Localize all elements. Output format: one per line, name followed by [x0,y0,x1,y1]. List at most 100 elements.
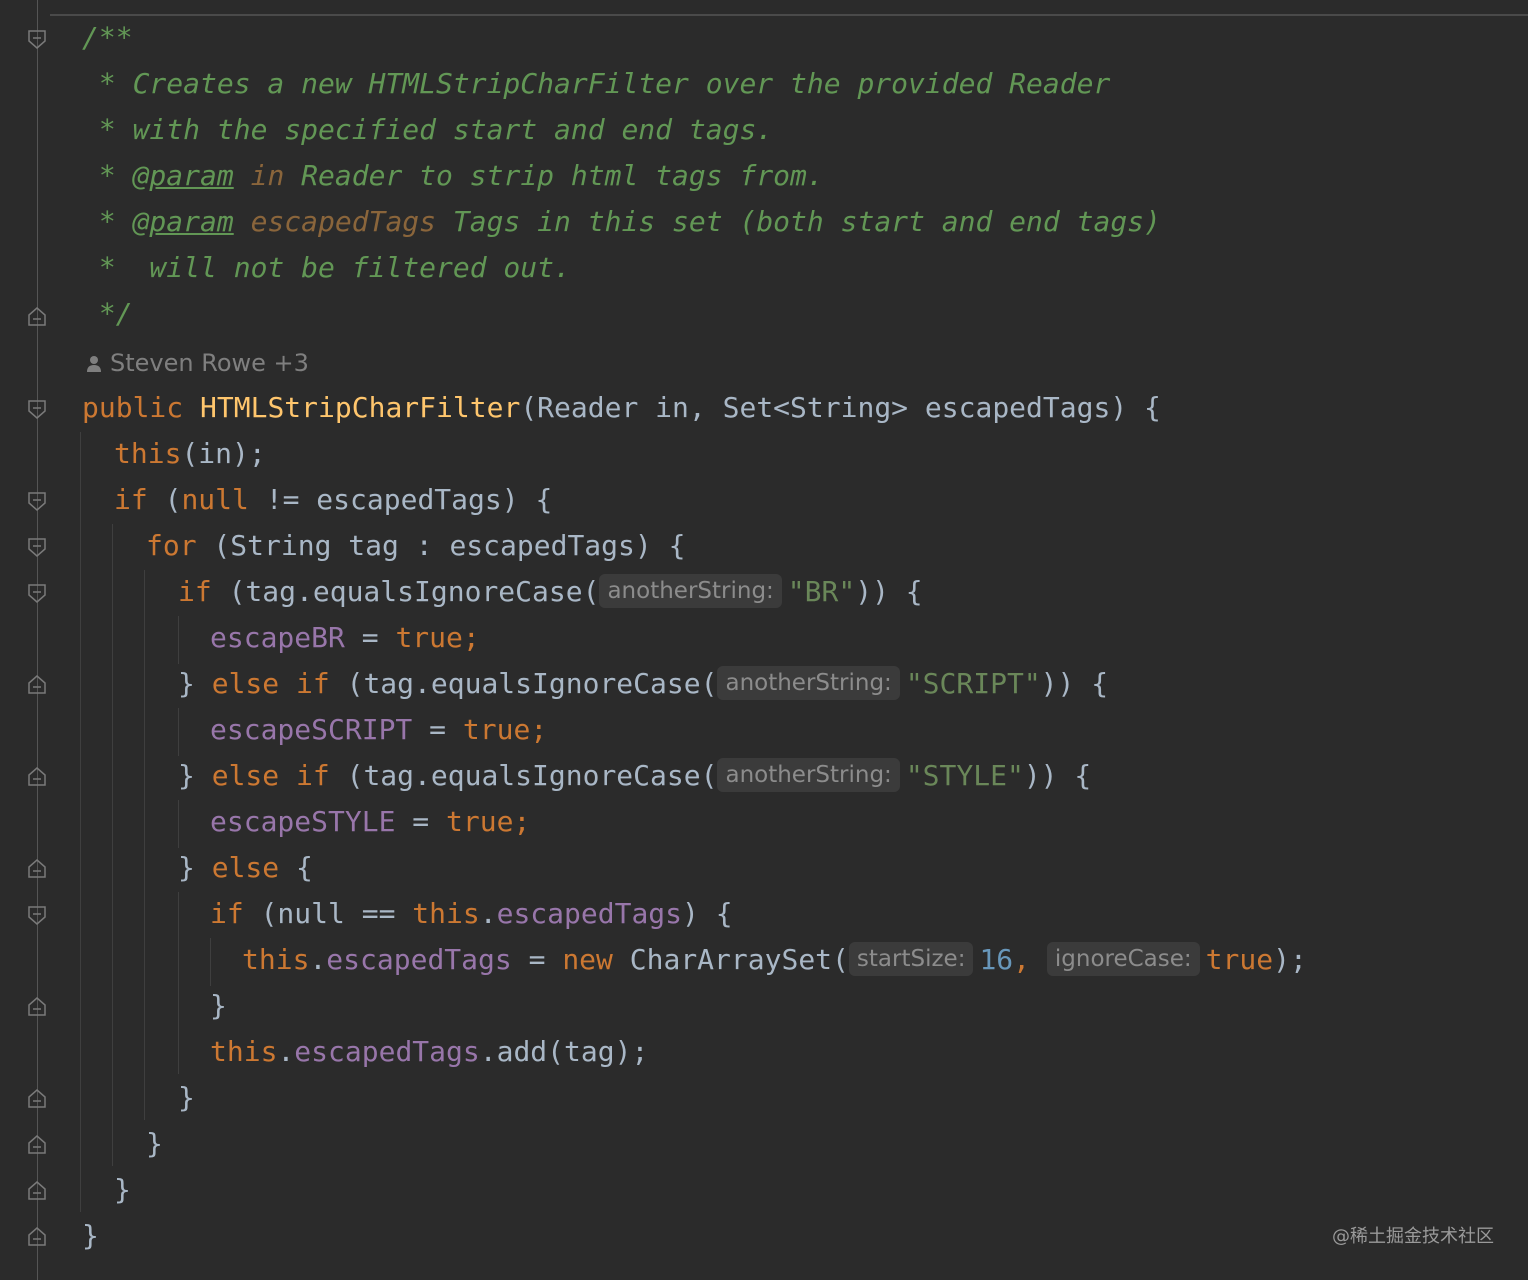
fold-open-icon[interactable] [28,400,46,420]
code-line: this(in); [114,431,266,477]
expr: (tag.equalsIgnoreCase( [211,575,600,608]
javadoc-line: * with the specified start and end tags. [82,113,774,146]
javadoc-param-tag[interactable]: @param [133,159,234,192]
brace: } [114,1173,131,1206]
dot: . [277,1035,295,1068]
javadoc-star: * [82,205,133,238]
keyword: this [114,437,182,470]
brace: } [178,667,195,700]
fold-close-icon[interactable] [28,306,46,326]
keyword: new [562,943,613,976]
fold-close-icon[interactable] [28,1088,46,1108]
keyword: this [242,943,310,976]
javadoc-line: * will not be filtered out. [82,251,571,284]
indent-guide [178,616,179,664]
expr: (null == [243,897,413,930]
parameter-hint: anotherString: [717,666,900,700]
code-line: } [146,1121,163,1167]
javadoc-param-tag[interactable]: @param [133,205,234,238]
keyword: this [412,897,480,930]
comma: , [1013,943,1047,976]
fold-close-icon[interactable] [28,1180,46,1200]
javadoc-param-desc: Reader to strip html tags from. [284,159,824,192]
fold-close-icon[interactable] [28,674,46,694]
indent-guide [144,570,145,1120]
expr: )) { [855,575,923,608]
code-line: } else { [178,845,313,891]
fold-close-icon[interactable] [28,1226,46,1246]
expr: != escapedTags) { [248,483,553,516]
string-literal: "BR" [787,575,856,608]
keyword: this [210,1035,278,1068]
field: escapedTags [496,897,683,930]
fold-close-icon[interactable] [28,996,46,1016]
fold-close-icon[interactable] [28,1134,46,1154]
class-call: CharArraySet( [612,943,849,976]
fold-open-icon[interactable] [28,30,46,50]
javadoc-param-name: escapedTags [233,205,437,238]
indent-guide [178,800,179,848]
brace: } [178,851,195,884]
code-author-annotation[interactable]: Steven Rowe +3 [86,344,309,382]
javadoc-close: */ [82,297,133,330]
dot: . [479,897,497,930]
op: = [511,943,563,976]
keyword: true [395,621,463,654]
fold-close-icon[interactable] [28,766,46,786]
brace: { [296,851,313,884]
expr: (tag.equalsIgnoreCase( [329,759,718,792]
keyword: null [181,483,249,516]
brace: } [210,989,227,1022]
code-line: for (String tag : escapedTags) { [146,523,685,569]
fold-open-icon[interactable] [28,492,46,512]
field: escapedTags [294,1035,480,1068]
javadoc-param-name: in [233,159,285,192]
keyword: else [211,759,280,792]
fold-open-icon[interactable] [28,584,46,604]
field: escapedTags [326,943,512,976]
dot: . [309,943,327,976]
editor-top-divider [50,14,1528,16]
indent-guide [178,708,179,756]
expr: (tag.equalsIgnoreCase( [329,667,718,700]
code-line: } [178,1075,195,1121]
fold-open-icon[interactable] [28,906,46,926]
expr: )) { [1023,759,1092,792]
indent-guide [112,524,113,1166]
field: escapeBR [210,621,345,654]
fold-close-icon[interactable] [28,858,46,878]
indent-guide [80,432,81,1212]
person-icon [86,346,102,372]
javadoc-param-line: * @param escapedTags Tags in this set (b… [82,199,1161,245]
semicolon: ; [530,713,548,746]
expr: )) { [1040,667,1109,700]
expr: ) { [682,897,733,930]
code-line: this.escapedTags = new CharArraySet(star… [242,937,1307,983]
args: (in); [181,437,266,470]
watermark: @稀土掘金技术社区 [1332,1226,1494,1247]
parameter-hint: anotherString: [599,574,782,608]
code-line: escapeBR = true; [210,615,480,661]
keyword: if [296,667,330,700]
field: escapeSCRIPT [210,713,413,746]
brace: } [146,1127,163,1160]
op: = [344,621,396,654]
code-line-constructor: public HTMLStripCharFilter(Reader in, Se… [82,385,1161,431]
code-line: } else if (tag.equalsIgnoreCase(anotherS… [178,661,1108,707]
code-line: if (null != escapedTags) { [114,483,553,516]
field: escapeSTYLE [210,805,396,838]
code-line: if (tag.equalsIgnoreCase(anotherString: "… [178,569,923,615]
number-literal: 16 [979,943,1014,976]
keyword: if [296,759,330,792]
constructor-name: HTMLStripCharFilter [200,391,521,424]
string-literal: "SCRIPT" [905,667,1041,700]
brace: } [178,759,195,792]
code-line: } [82,1213,99,1259]
indent-guide [178,892,179,1074]
fold-open-icon[interactable] [28,538,46,558]
op: = [412,713,463,746]
string-literal: "STYLE" [905,759,1024,792]
keyword: if [178,575,212,608]
code-line: this.escapedTags.add(tag); [210,1029,648,1075]
keyword: true [446,805,514,838]
